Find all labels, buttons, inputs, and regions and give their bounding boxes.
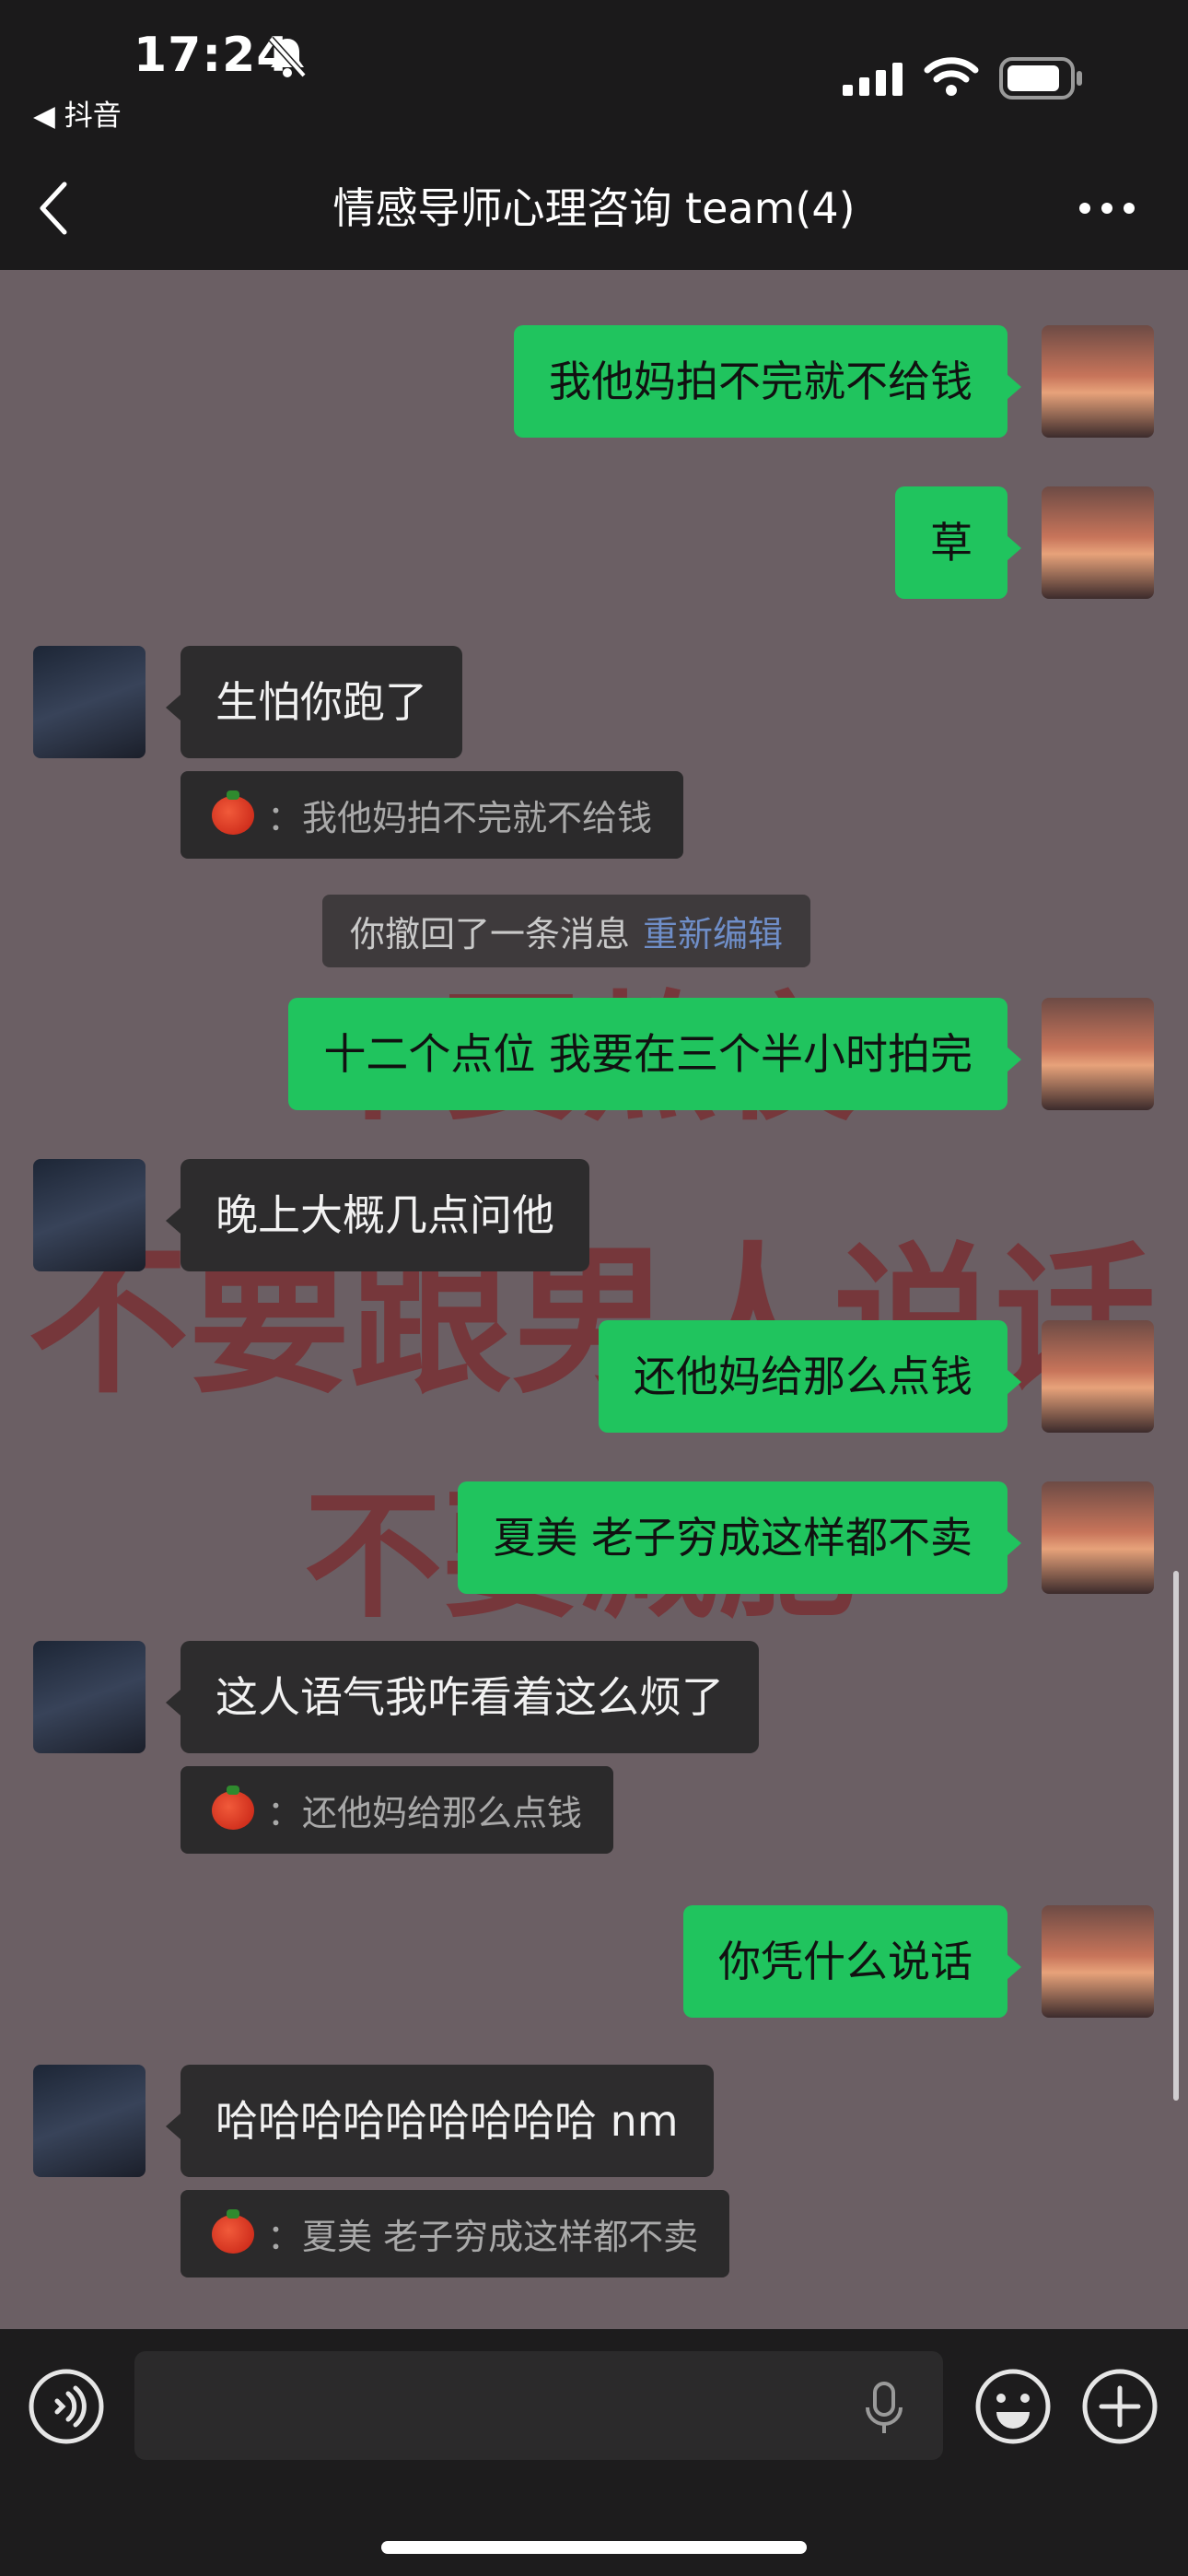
bell-off-icon — [267, 35, 308, 83]
re-edit-link[interactable]: 重新编辑 — [643, 914, 783, 954]
quote-separator: ： — [267, 1793, 303, 1833]
avatar[interactable] — [33, 646, 146, 758]
avatar[interactable] — [1042, 1905, 1154, 2018]
quote-separator: ： — [267, 2217, 303, 2257]
message-bubble[interactable]: 我他妈拍不完就不给钱 — [514, 325, 1007, 438]
chat-title: 情感导师心理咨询 team(4) — [332, 183, 856, 233]
message-bubble[interactable]: 你凭什么说话 — [683, 1905, 1007, 2018]
avatar[interactable] — [1042, 998, 1154, 1110]
back-chevron-icon[interactable] — [37, 181, 70, 240]
wifi-icon — [924, 53, 979, 101]
quote-reply[interactable]: ： 我他妈拍不完就不给钱 — [181, 771, 684, 859]
avatar[interactable] — [1042, 486, 1154, 599]
plus-icon[interactable] — [1081, 2368, 1159, 2449]
message-bubble[interactable]: 还他妈给那么点钱 — [599, 1320, 1007, 1433]
system-notice: 你撤回了一条消息 重新编辑 — [322, 895, 811, 967]
tomato-icon — [212, 790, 254, 835]
quote-text: 我他妈拍不完就不给钱 — [302, 798, 653, 838]
message-bubble[interactable]: 生怕你跑了 — [181, 646, 462, 758]
tomato-icon — [212, 2208, 254, 2254]
quote-reply[interactable]: ： 夏美 老子穷成这样都不卖 — [181, 2190, 730, 2277]
quote-text: 夏美 老子穷成这样都不卖 — [302, 2217, 699, 2257]
battery-icon — [999, 57, 1084, 103]
message-bubble[interactable]: 十二个点位 我要在三个半小时拍完 — [288, 998, 1007, 1110]
avatar[interactable] — [33, 1159, 146, 1271]
scrollbar[interactable] — [1173, 1571, 1179, 2101]
message-bubble[interactable]: 草 — [895, 486, 1007, 599]
quote-text: 还他妈给那么点钱 — [302, 1793, 583, 1833]
avatar[interactable] — [1042, 1320, 1154, 1433]
quote-separator: ： — [267, 798, 303, 838]
mic-icon[interactable] — [864, 2382, 904, 2439]
avatar[interactable] — [1042, 1481, 1154, 1594]
signal-icon — [843, 61, 903, 101]
message-bubble[interactable]: 夏美 老子穷成这样都不卖 — [458, 1481, 1007, 1594]
home-indicator[interactable] — [381, 2541, 807, 2554]
avatar[interactable] — [33, 2065, 146, 2177]
tomato-icon — [212, 1785, 254, 1830]
chat-area[interactable]: 不要熬夜 不要跟男人说话 不要减肥 我他妈拍不完就不给钱 草 生怕你跑了 ： 我… — [0, 270, 1188, 2329]
message-input[interactable] — [134, 2351, 943, 2460]
avatar[interactable] — [1042, 325, 1154, 438]
system-notice-text: 你撤回了一条消息 — [350, 914, 631, 954]
avatar[interactable] — [33, 1641, 146, 1753]
voice-icon[interactable] — [28, 2368, 105, 2449]
back-to-app-link[interactable]: ◀ 抖音 — [33, 92, 122, 134]
quote-reply[interactable]: ： 还他妈给那么点钱 — [181, 1766, 614, 1854]
more-icon[interactable] — [1077, 201, 1136, 219]
message-bubble[interactable]: 晚上大概几点问他 — [181, 1159, 589, 1271]
message-bubble[interactable]: 这人语气我咋看着这么烦了 — [181, 1641, 759, 1753]
emoji-icon[interactable] — [974, 2368, 1052, 2449]
message-bubble[interactable]: 哈哈哈哈哈哈哈哈哈 nm — [181, 2065, 714, 2177]
